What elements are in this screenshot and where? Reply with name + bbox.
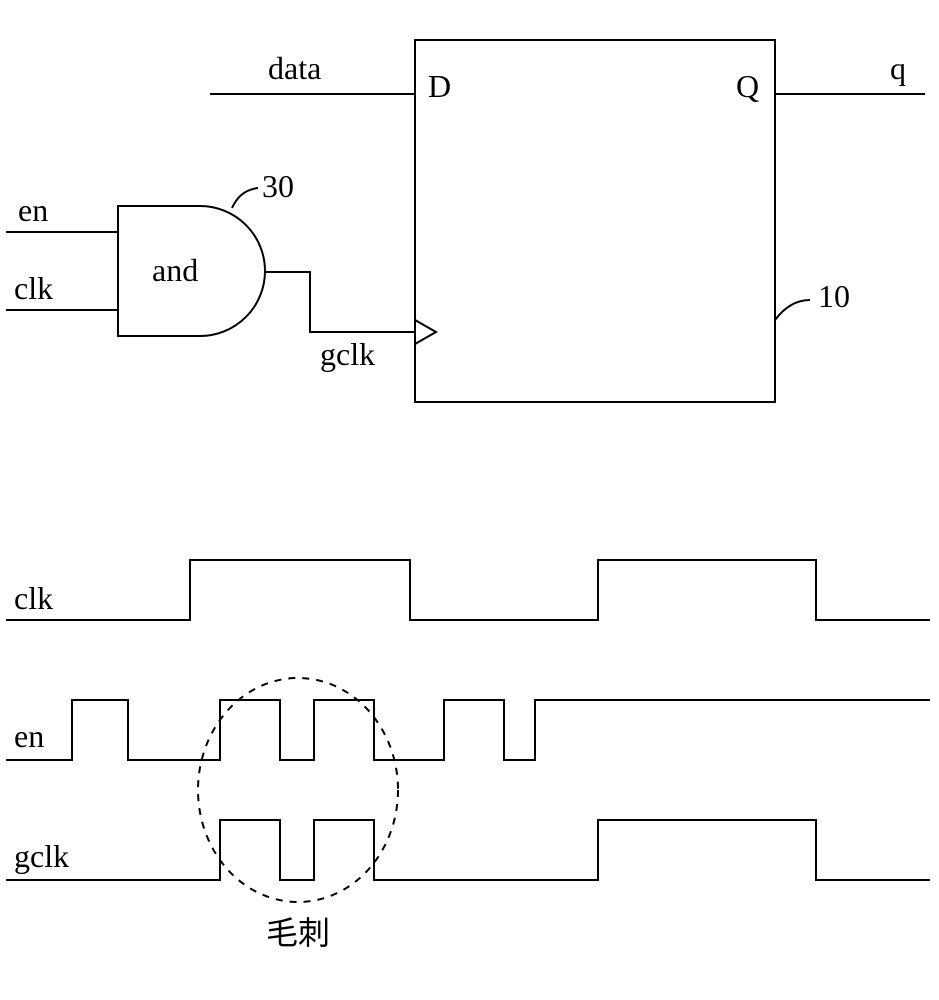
label-gclk-wire: gclk xyxy=(320,336,375,373)
label-clk: clk xyxy=(14,270,53,307)
label-q-port: Q xyxy=(736,68,759,105)
label-ref-30: 30 xyxy=(262,168,294,205)
circuit-diagram xyxy=(0,0,939,500)
glitch-annotation: 毛刺 xyxy=(266,908,330,954)
label-q-signal: q xyxy=(890,50,906,87)
timing-label-gclk: gclk xyxy=(14,838,69,875)
timing-diagram xyxy=(0,500,939,1000)
label-data: data xyxy=(268,50,321,87)
timing-label-en: en xyxy=(14,718,44,755)
label-d-port: D xyxy=(428,68,451,105)
label-and: and xyxy=(152,252,198,289)
timing-label-clk: clk xyxy=(14,580,53,617)
label-ref-10: 10 xyxy=(818,278,850,315)
label-en: en xyxy=(18,192,48,229)
